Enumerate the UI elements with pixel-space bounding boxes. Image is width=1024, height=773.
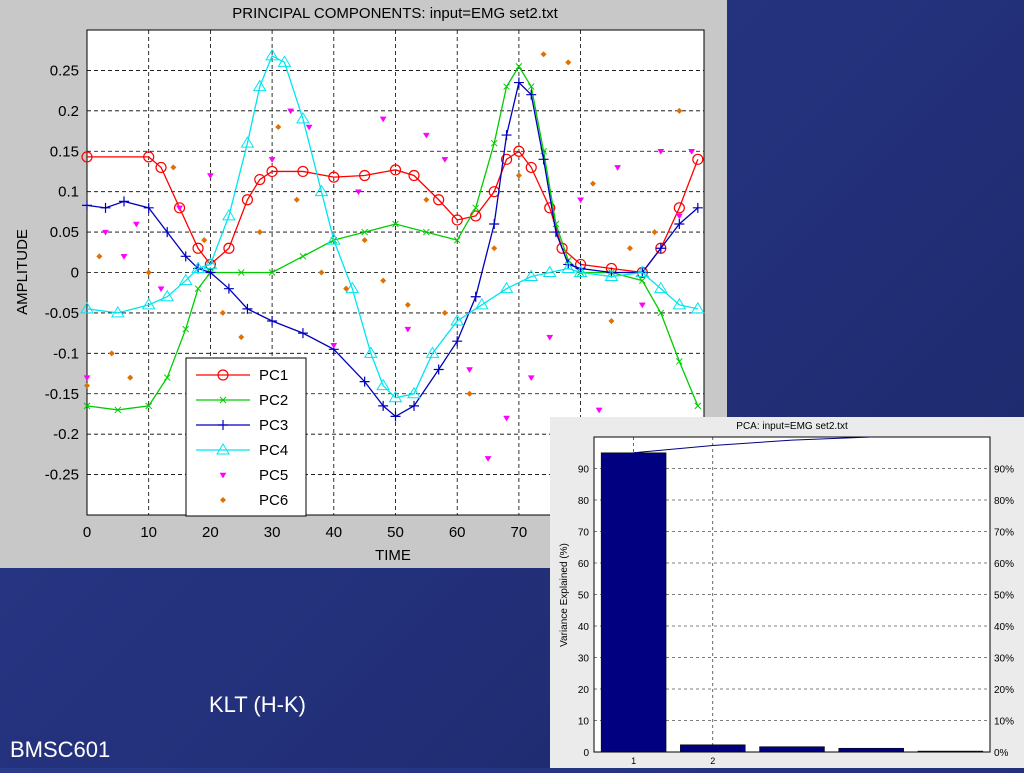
bar-y-tick-label: 90 — [578, 465, 590, 476]
bar-y-axis-label: Variance Explained (%) — [559, 543, 570, 647]
bar-y-tick-label: 70 — [578, 528, 590, 539]
bar-category-label: 1 — [631, 756, 636, 766]
bar-right-tick-label: 60% — [994, 559, 1014, 570]
y-tick-label: -0.05 — [45, 305, 79, 322]
bar-y-tick-label: 30 — [578, 654, 590, 665]
y-tick-label: 0.15 — [50, 143, 79, 160]
bar-right-tick-label: 40% — [994, 622, 1014, 633]
legend-label: PC5 — [259, 467, 288, 484]
bar-chart-title: PCA: input=EMG set2.txt — [736, 421, 848, 432]
pca-variance-chart: 1 201020304050607080900%10%20%30%40%50%60… — [559, 421, 1014, 766]
course-code: BMSC601 — [10, 737, 111, 762]
bar-right-tick-label: 10% — [994, 717, 1014, 728]
pca-variance-figure: 1 2 0 10 20 30 40 50 60 70 80 90 0% 10% 20% 30% 40% 50% 60… — [550, 417, 1024, 768]
x-tick-label: 0 — [83, 524, 91, 541]
bar-right-tick-label: 0% — [994, 748, 1009, 759]
bar — [680, 744, 746, 753]
bar-y-tick-label: 20 — [578, 685, 590, 696]
legend-label: PC3 — [259, 417, 288, 434]
x-tick-label: 50 — [387, 524, 404, 541]
slide: { "slide": { "caption": "KLT (H-K)", "co… — [0, 0, 1024, 768]
bar-right-tick-label: 90% — [994, 465, 1014, 476]
legend: PC1 PC2 PC3 PC4 PC5 PC6 — [185, 357, 307, 517]
legend-label: PC4 — [259, 442, 288, 459]
bar-right-tick-label: 30% — [994, 654, 1014, 665]
y-tick-label: 0.2 — [58, 103, 79, 120]
bar-right-tick-label: 20% — [994, 685, 1014, 696]
legend-label: PC6 — [259, 492, 288, 509]
bar-y-tick-label: 40 — [578, 622, 590, 633]
legend-label: PC1 — [259, 367, 288, 384]
bar-y-tick-label: 60 — [578, 559, 590, 570]
bar — [917, 750, 984, 753]
bar — [838, 747, 904, 753]
y-axis-label: AMPLITUDE — [14, 229, 31, 315]
y-tick-label: -0.25 — [45, 467, 79, 484]
legend-label: PC2 — [259, 392, 288, 409]
bar-category-label: 2 — [710, 756, 715, 766]
y-tick-label: 0.25 — [50, 62, 79, 79]
x-tick-label: 70 — [511, 524, 528, 541]
x-axis-label: TIME — [375, 547, 411, 564]
y-tick-label: 0.05 — [50, 224, 79, 241]
y-tick-label: 0.1 — [58, 184, 79, 201]
y-tick-label: -0.1 — [53, 345, 79, 362]
chart-title: PRINCIPAL COMPONENTS: input=EMG set2.txt — [232, 5, 558, 22]
bar-right-tick-label: 70% — [994, 528, 1014, 539]
x-tick-label: 10 — [140, 524, 157, 541]
x-tick-label: 30 — [264, 524, 281, 541]
x-tick-label: 20 — [202, 524, 219, 541]
bar-right-tick-label: 80% — [994, 496, 1014, 507]
x-tick-label: 40 — [325, 524, 342, 541]
bar — [600, 452, 667, 753]
bar-y-tick-label: 0 — [583, 748, 589, 759]
y-tick-label: -0.2 — [53, 426, 79, 443]
bar-right-tick-label: 50% — [994, 591, 1014, 602]
bar — [759, 746, 825, 753]
bar-y-tick-label: 80 — [578, 496, 590, 507]
bar-y-tick-label: 10 — [578, 717, 590, 728]
y-tick-label: 0 — [71, 265, 79, 282]
y-tick-label: -0.15 — [45, 386, 79, 403]
bar-y-tick-label: 50 — [578, 591, 590, 602]
slide-caption: KLT (H-K) — [209, 692, 306, 717]
x-tick-label: 60 — [449, 524, 466, 541]
